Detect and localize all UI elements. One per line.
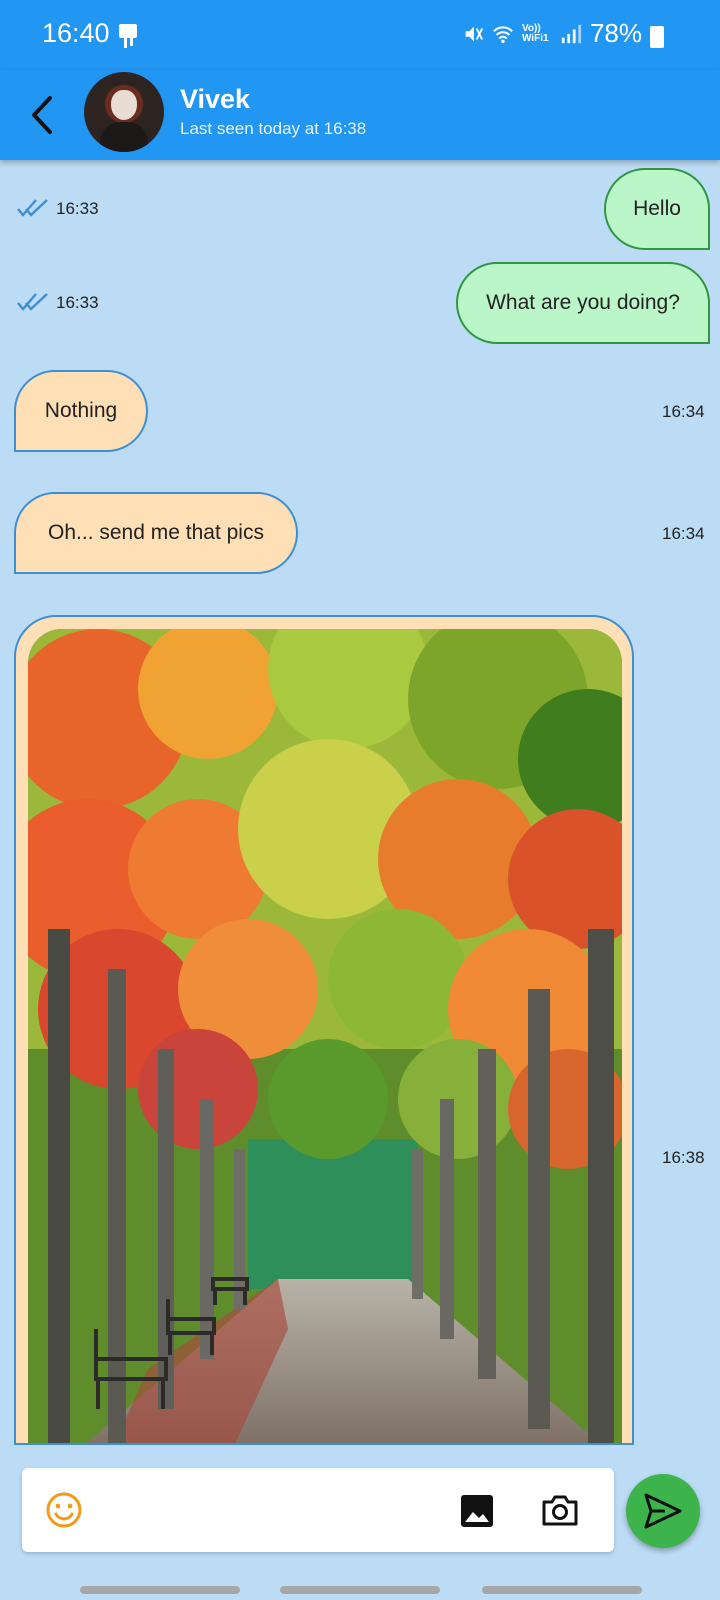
battery-icon — [650, 26, 664, 48]
message-time: 16:33 — [56, 293, 99, 312]
double-tick-icon — [17, 199, 48, 217]
send-icon — [644, 1493, 682, 1529]
message-text: Nothing — [44, 399, 118, 422]
mute-icon — [465, 26, 483, 41]
nav-back-button[interactable] — [482, 1586, 642, 1594]
status-icons: Vo)) WiFi1 78% — [462, 18, 666, 49]
network-label: Vo)) WiFi1 — [521, 22, 549, 44]
notification-app-icon — [119, 24, 137, 48]
received-message-bubble[interactable]: Nothing — [14, 370, 148, 452]
last-seen: Last seen today at 16:38 — [180, 119, 367, 138]
status-bar: 16:40 Vo)) WiFi1 78% — [0, 0, 720, 70]
signal-icon — [561, 24, 582, 43]
chat-header: Vivek Last seen today at 16:38 — [0, 70, 720, 160]
message-text: Oh... send me that pics — [48, 521, 264, 544]
received-image-bubble[interactable] — [14, 615, 634, 1445]
message-text: What are you doing? — [486, 291, 680, 314]
sent-message-bubble[interactable]: What are you doing? — [456, 262, 710, 344]
nav-home-button[interactable] — [280, 1586, 440, 1594]
message-composer — [22, 1468, 614, 1552]
send-button[interactable] — [626, 1474, 700, 1548]
emoji-icon[interactable] — [44, 1490, 84, 1530]
message-time: 16:34 — [662, 402, 705, 421]
message-time: 16:33 — [56, 199, 99, 218]
back-arrow-icon[interactable] — [26, 90, 62, 140]
battery-percent: 78% — [589, 18, 642, 48]
message-time: 16:38 — [662, 1148, 705, 1167]
camera-icon[interactable] — [540, 1490, 580, 1530]
message-input[interactable] — [102, 1482, 442, 1538]
nav-recent-button[interactable] — [80, 1586, 240, 1594]
status-time: 16:40 — [42, 18, 110, 48]
autumn-tree-path-photo[interactable] — [28, 629, 622, 1445]
contact-name[interactable]: Vivek — [180, 84, 250, 115]
message-text: Hello — [633, 197, 681, 220]
message-time: 16:34 — [662, 524, 705, 543]
received-message-bubble[interactable]: Oh... send me that pics — [14, 492, 298, 574]
wifi-icon — [493, 25, 513, 43]
avatar[interactable] — [84, 72, 164, 152]
sent-message-bubble[interactable]: Hello — [604, 168, 710, 250]
gallery-icon[interactable] — [458, 1492, 496, 1530]
double-tick-icon — [17, 293, 48, 311]
